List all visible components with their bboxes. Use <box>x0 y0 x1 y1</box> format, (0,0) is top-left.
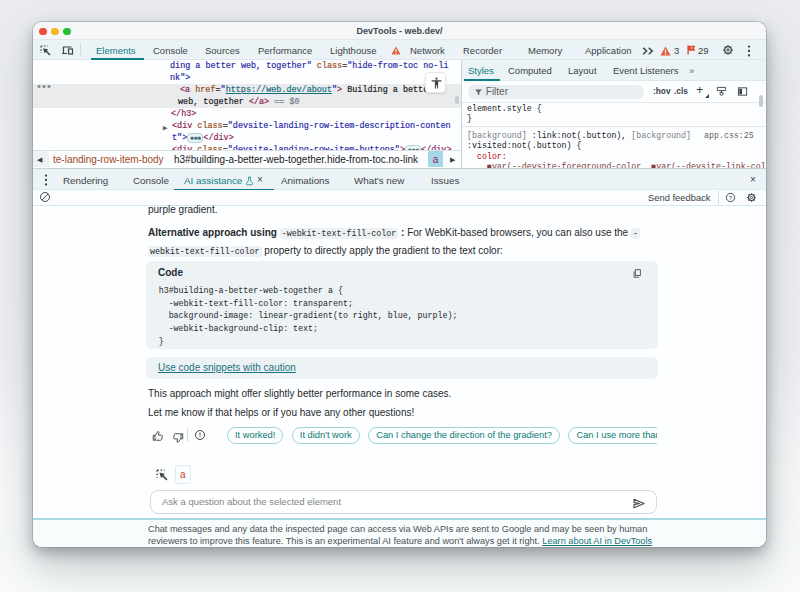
svg-text:?: ? <box>729 195 733 201</box>
